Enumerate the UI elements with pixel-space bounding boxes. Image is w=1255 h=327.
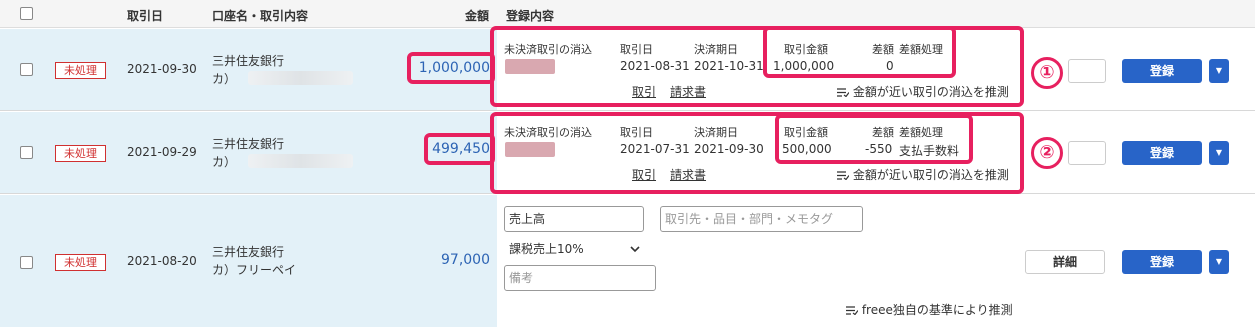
diff-process-value: 支払手数料: [899, 144, 960, 158]
due-date-label: 決済期日: [694, 126, 738, 139]
redacted-partner: [505, 59, 555, 74]
transaction-link[interactable]: 取引: [632, 83, 656, 100]
suggest-icon: [837, 88, 849, 97]
register-options-dropdown[interactable]: ▼: [1209, 250, 1229, 274]
due-date-label: 決済期日: [694, 43, 738, 56]
matched-amount-label: 取引金額: [784, 126, 828, 139]
redacted-text: [248, 71, 353, 85]
amount: 499,450: [432, 141, 490, 157]
table-row: 未処理 2021-09-29 三井住友銀行 カ） 499,450 未決済取引の消…: [0, 112, 1255, 194]
header-date: 取引日: [127, 9, 164, 23]
register-options-dropdown[interactable]: ▼: [1209, 141, 1229, 165]
transaction-description: カ）フリーペイ: [212, 263, 297, 277]
partner-box[interactable]: [1068, 59, 1106, 83]
diff-label: 差額: [872, 126, 894, 139]
header-amount: 金額: [465, 9, 490, 23]
amount: 97,000: [441, 252, 490, 268]
transaction-date: 2021-09-30: [127, 62, 197, 76]
row-checkbox[interactable]: [20, 146, 33, 159]
status-badge: 未処理: [55, 145, 106, 162]
txn-date-label: 取引日: [620, 126, 653, 139]
diff-value: -550: [865, 142, 893, 156]
txn-date-label: 取引日: [620, 43, 653, 56]
unsettled-label: 未決済取引の消込: [504, 126, 592, 139]
annotation-marker-1: ①: [1031, 57, 1063, 89]
bank-name: 三井住友銀行: [212, 54, 285, 68]
diff-process-label: 差額処理: [899, 126, 943, 139]
transaction-description: カ）: [212, 155, 237, 169]
diff-process-label: 差額処理: [899, 43, 943, 56]
register-options-dropdown[interactable]: ▼: [1209, 59, 1229, 83]
diff-value: 0: [886, 59, 894, 73]
invoice-link[interactable]: 請求書: [670, 83, 706, 100]
matched-txn-date: 2021-08-31: [620, 59, 690, 73]
status-badge: 未処理: [55, 62, 106, 79]
register-button[interactable]: 登録: [1122, 59, 1202, 83]
suggest-icon: [846, 306, 858, 315]
diff-label: 差額: [872, 43, 894, 56]
memo-input[interactable]: 備考: [504, 265, 656, 291]
header-account: 口座名・取引内容: [212, 9, 309, 23]
register-button[interactable]: 登録: [1122, 250, 1202, 274]
bank-name: 三井住友銀行: [212, 137, 285, 151]
redacted-partner: [505, 142, 555, 157]
matched-due-date: 2021-09-30: [694, 142, 764, 156]
matched-txn-date: 2021-07-31: [620, 142, 690, 156]
table-row: 未処理 2021-09-30 三井住友銀行 カ） 1,000,000 未決済取引…: [0, 26, 1255, 111]
suggest-note: freee独自の基準により推測: [846, 301, 1013, 318]
matched-due-date: 2021-10-31: [694, 59, 764, 73]
header-registration: 登録内容: [506, 9, 555, 23]
account-category-input[interactable]: 売上高: [504, 206, 644, 232]
row-checkbox[interactable]: [20, 63, 33, 76]
chevron-down-icon: ▼: [1215, 148, 1223, 157]
status-badge: 未処理: [55, 254, 106, 271]
partner-box[interactable]: [1068, 141, 1106, 165]
chevron-down-icon: ▼: [1215, 66, 1223, 75]
matched-amount: 1,000,000: [773, 59, 835, 73]
row-checkbox[interactable]: [20, 256, 33, 269]
select-all-checkbox[interactable]: [20, 7, 33, 20]
table-row: 未処理 2021-08-20 三井住友銀行 カ）フリーペイ 97,000 売上高…: [0, 195, 1255, 327]
transaction-description: カ）: [212, 72, 237, 86]
suggest-icon: [837, 171, 849, 180]
chevron-down-icon: [630, 246, 640, 253]
transaction-date: 2021-09-29: [127, 145, 197, 159]
transaction-link[interactable]: 取引: [632, 166, 656, 183]
matched-amount-label: 取引金額: [784, 43, 828, 56]
detail-button[interactable]: 詳細: [1025, 250, 1105, 274]
matched-amount: 500,000: [782, 142, 832, 156]
partner-tag-input[interactable]: 取引先・品目・部門・メモタグ: [660, 206, 863, 232]
transaction-date: 2021-08-20: [127, 254, 197, 268]
register-button[interactable]: 登録: [1122, 141, 1202, 165]
suggest-note: 金額が近い取引の消込を推測: [837, 83, 1009, 100]
annotation-marker-2: ②: [1031, 137, 1063, 169]
amount: 1,000,000: [418, 60, 490, 76]
tax-category-select[interactable]: 課税売上10%: [507, 238, 644, 260]
redacted-text: [248, 154, 353, 168]
invoice-link[interactable]: 請求書: [670, 166, 706, 183]
table-header: 取引日 口座名・取引内容 金額 登録内容: [0, 0, 1255, 28]
suggest-note: 金額が近い取引の消込を推測: [837, 166, 1009, 183]
bank-name: 三井住友銀行: [212, 245, 285, 259]
unsettled-label: 未決済取引の消込: [504, 43, 592, 56]
chevron-down-icon: ▼: [1215, 257, 1223, 266]
